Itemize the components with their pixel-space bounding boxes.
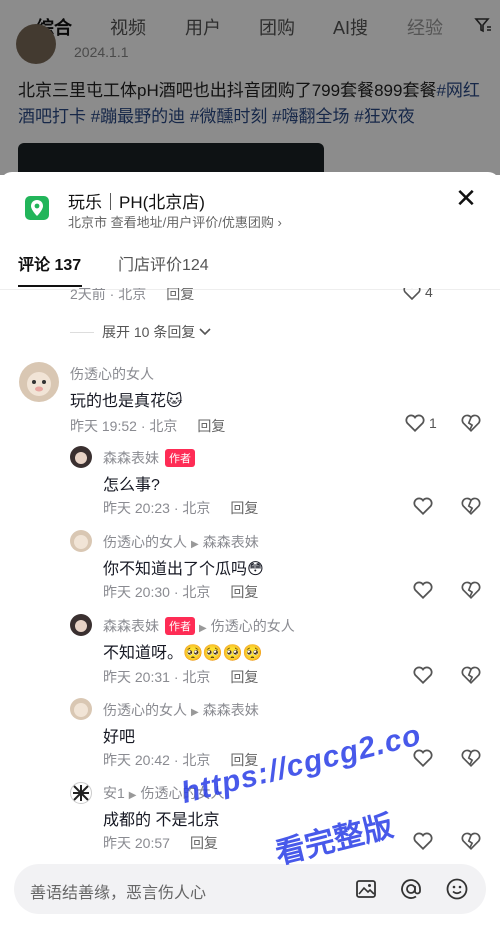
- comment-input[interactable]: 善语结善缘，恶言伤人心: [14, 864, 486, 914]
- reply-to-arrow-icon: ▶: [128, 790, 137, 801]
- reply-to-arrow-icon: ▶: [191, 707, 199, 718]
- comment-username[interactable]: 伤透心的女人 ▶ 森森表妹: [103, 700, 259, 720]
- comment-meta: 昨天 20:57 回复: [103, 833, 218, 853]
- image-icon[interactable]: [354, 877, 378, 901]
- chevron-down-icon: [199, 328, 211, 336]
- comment-time: 昨天 20:57: [103, 835, 170, 851]
- heart-icon[interactable]: [413, 666, 433, 684]
- shop-subtitle[interactable]: 北京市 查看地址/用户评价/优惠团购 ›: [68, 212, 282, 231]
- expand-replies-button[interactable]: 展开 10 条回复: [70, 322, 211, 342]
- comment-text: 你不知道出了个瓜吗😳: [103, 561, 264, 578]
- comment-text: 不知道呀。🥺🥺🥺🥺: [103, 645, 263, 662]
- comment-meta: 昨天 20:31 · 北京 回复: [103, 667, 258, 687]
- dislike-heart-icon[interactable]: [461, 497, 481, 515]
- shop-name[interactable]: 玩乐｜PH(北京店): [68, 188, 205, 213]
- comment-sheet: 玩乐｜PH(北京店) 北京市 查看地址/用户评价/优惠团购 › ✕ 评论 137…: [0, 172, 500, 929]
- like-count: 1: [429, 415, 437, 431]
- expand-line: [70, 331, 94, 333]
- author-badge: 作者: [165, 449, 195, 467]
- comment-meta: 2天前 · 北京 回复: [70, 286, 194, 304]
- comment-meta: 昨天 20:23 · 北京 回复: [103, 498, 258, 518]
- author-badge: 作者: [165, 617, 195, 635]
- comment-text: 怎么事?: [103, 477, 160, 494]
- comment-meta: 昨天 20:30 · 北京 回复: [103, 582, 258, 602]
- heart-icon[interactable]: [413, 581, 433, 599]
- dislike-heart-icon[interactable]: [461, 832, 481, 850]
- comment-username[interactable]: 森森表妹 作者: [103, 448, 195, 468]
- comment-meta: 昨天 19:52 · 北京 回复: [70, 416, 225, 436]
- comment-username[interactable]: 森森表妹 作者 ▶ 伤透心的女人: [103, 616, 295, 636]
- tab-comments[interactable]: 评论 137: [18, 251, 81, 275]
- at-icon[interactable]: [399, 877, 423, 901]
- comment-time: 昨天 20:31 · 北京: [103, 669, 211, 685]
- comment-time: 昨天 20:42 · 北京: [103, 752, 211, 768]
- comment-text: 好吧: [103, 729, 136, 746]
- avatar[interactable]: [70, 530, 92, 552]
- emoji-icon[interactable]: [445, 877, 469, 901]
- comment-text: 玩的也是真花🐱: [70, 393, 183, 410]
- avatar[interactable]: [70, 782, 92, 804]
- username-text: 伤透心的女人: [103, 534, 187, 550]
- comment-time: 2天前 · 北京: [70, 286, 147, 302]
- comment-text: 成都的 不是北京: [103, 812, 220, 829]
- avatar[interactable]: [19, 362, 59, 402]
- reply-button[interactable]: 回复: [230, 500, 258, 516]
- dislike-heart-icon[interactable]: [461, 581, 481, 599]
- reply-button[interactable]: 回复: [197, 418, 225, 434]
- reply-to-user: 森森表妹: [202, 702, 259, 718]
- reply-to-user: 森森表妹: [202, 534, 259, 550]
- dislike-heart-icon[interactable]: [461, 666, 481, 684]
- reply-button[interactable]: 回复: [230, 584, 258, 600]
- avatar[interactable]: [70, 698, 92, 720]
- reply-button[interactable]: 回复: [166, 288, 194, 302]
- comment-time: 昨天 19:52 · 北京: [70, 418, 178, 434]
- heart-icon[interactable]: [413, 832, 433, 850]
- tab-store-reviews[interactable]: 门店评价124: [118, 251, 209, 275]
- comment-username[interactable]: 伤透心的女人: [70, 364, 154, 384]
- close-icon[interactable]: ✕: [454, 185, 478, 211]
- reply-button[interactable]: 回复: [230, 669, 258, 685]
- reply-to-arrow-icon: ▶: [199, 623, 207, 634]
- reply-to-user: 伤透心的女人: [210, 618, 295, 634]
- like-button[interactable]: 4: [403, 284, 433, 300]
- username-text: 伤透心的女人: [103, 702, 187, 718]
- comment-time: 昨天 20:30 · 北京: [103, 584, 211, 600]
- comment-username[interactable]: 伤透心的女人 ▶ 森森表妹: [103, 532, 259, 552]
- username-text: 森森表妹: [103, 450, 159, 466]
- heart-icon: [405, 414, 425, 432]
- location-pin-icon: [25, 196, 49, 220]
- expand-replies-label: 展开 10 条回复: [102, 324, 196, 340]
- reply-button[interactable]: 回复: [190, 835, 218, 851]
- reply-to-arrow-icon: ▶: [191, 539, 199, 550]
- comment-time: 昨天 20:23 · 北京: [103, 500, 211, 516]
- dim-overlay: [0, 0, 500, 175]
- tab-underline: [18, 285, 82, 287]
- comment-input-placeholder: 善语结善缘，恶言伤人心: [30, 885, 207, 902]
- dislike-heart-icon[interactable]: [461, 414, 481, 432]
- heart-icon: [403, 288, 421, 300]
- username-text: 安1: [103, 785, 125, 801]
- like-button[interactable]: 1: [405, 414, 437, 432]
- avatar[interactable]: [70, 446, 92, 468]
- username-text: 森森表妹: [103, 618, 159, 634]
- avatar[interactable]: [70, 614, 92, 636]
- like-count: 4: [425, 284, 433, 300]
- dislike-heart-icon[interactable]: [461, 749, 481, 767]
- heart-icon[interactable]: [413, 497, 433, 515]
